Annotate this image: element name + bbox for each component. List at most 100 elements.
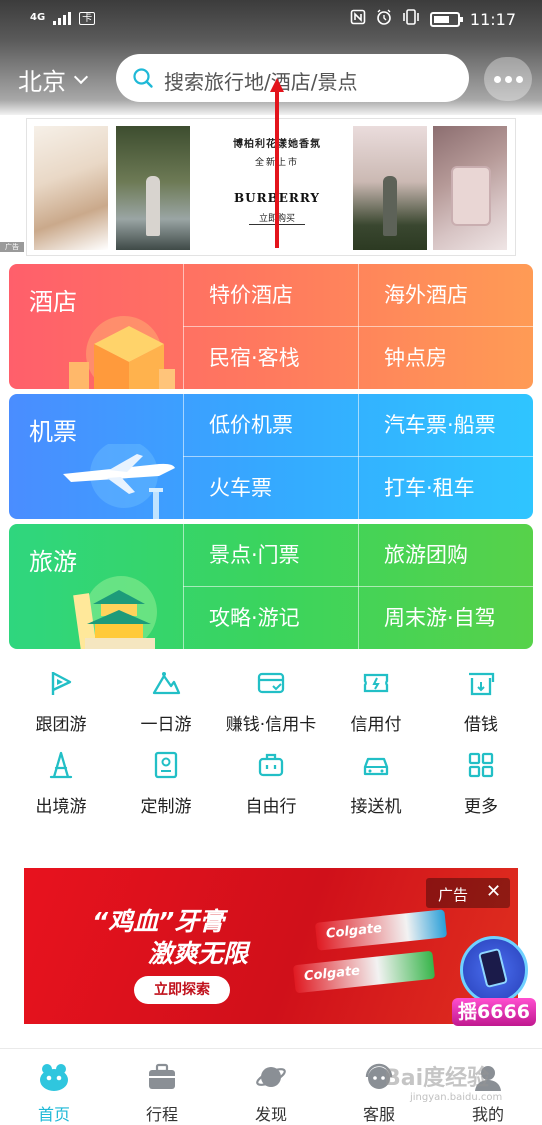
promo-explore-button[interactable]: 立即探索: [134, 976, 230, 1004]
nav-label: 客服: [362, 1105, 395, 1124]
battery-icon: [429, 11, 463, 27]
hotel-building-icon: [69, 316, 175, 389]
ticket-icon: [363, 673, 389, 693]
travel-group-buy[interactable]: 旅游团购: [359, 524, 533, 586]
promo-ad-banner[interactable]: “鸡血”牙膏 激爽无限 立即探索 Colgate Colgate 广告 ✕: [24, 868, 518, 1024]
toothpaste-tube-icon: Colgate: [292, 950, 436, 994]
travel-weekend-drive[interactable]: 周末游·自驾: [359, 587, 533, 649]
wallet-icon: [469, 672, 495, 696]
quick-item-credit-card[interactable]: 赚钱·信用卡: [217, 664, 325, 744]
landmark-icon: [73, 576, 157, 649]
chevron-down-icon: [73, 69, 89, 84]
category-travel-main[interactable]: 旅游: [9, 524, 183, 649]
flight-bus-ship[interactable]: 汽车票·船票: [359, 394, 533, 456]
nfc-icon: [350, 9, 366, 29]
quick-item-airport-transfer[interactable]: 接送机: [322, 746, 430, 826]
banner-photo-perfume: [433, 126, 507, 250]
nav-label: 我的: [471, 1105, 504, 1124]
banner-photo-model: [34, 126, 108, 250]
quick-item-outbound[interactable]: 出境游: [7, 746, 115, 826]
card-icon: [257, 672, 285, 694]
search-icon: [133, 68, 153, 88]
shake-label: 揺6666: [452, 998, 536, 1026]
watermark: Bai度经验: [384, 1066, 490, 1091]
promo-subheadline: 激爽无限: [148, 939, 249, 968]
grid-icon: [468, 752, 494, 778]
quick-item-free-travel[interactable]: 自由行: [217, 746, 325, 826]
quick-item-label: 出境游: [35, 797, 87, 817]
status-bar: 4G 卡 11:17: [0, 0, 542, 40]
quick-item-credit-pay[interactable]: 信用付: [322, 664, 430, 744]
flight-taxi[interactable]: 打车·租车: [359, 457, 533, 519]
annotation-arrow-icon: [270, 78, 284, 248]
battery-level: [433, 15, 449, 23]
banner-photo-park: [116, 126, 190, 250]
quick-item-more[interactable]: 更多: [427, 746, 535, 826]
watermark-url: jingyan.baidu.com: [410, 1092, 503, 1103]
home-icon: [40, 1064, 68, 1091]
promo-brand: Colgate: [303, 963, 361, 985]
hotel-hourly[interactable]: 钟点房: [359, 327, 533, 389]
sim-card-icon: 卡: [79, 11, 96, 25]
briefcase-icon: [149, 1063, 175, 1089]
ad-label: 广告 ✕: [426, 878, 510, 908]
quick-item-day-trip[interactable]: 一日游: [112, 664, 220, 744]
hotel-discount[interactable]: 特价酒店: [184, 264, 358, 326]
network-indicator: 4G: [30, 12, 46, 23]
flag-icon: [51, 671, 72, 695]
promo-headline: “鸡血”牙膏: [92, 907, 225, 936]
category-travel: 旅游 景点·门票 旅游团购 攻略·游记 周末游·自驾: [9, 524, 533, 649]
city-name: 北京: [18, 68, 66, 96]
category-hotel-main[interactable]: 酒店: [9, 264, 183, 389]
status-right: 11:17: [350, 9, 516, 29]
more-dots-icon[interactable]: [484, 57, 532, 101]
clock: 11:17: [469, 9, 516, 29]
planet-icon: [256, 1067, 286, 1087]
quick-item-label: 信用付: [350, 715, 402, 735]
quick-item-label: 定制游: [140, 797, 192, 817]
ad-label-text: 广告: [438, 886, 469, 904]
close-icon[interactable]: ✕: [486, 881, 501, 902]
flight-cheap[interactable]: 低价机票: [184, 394, 358, 456]
luggage-icon: [258, 753, 284, 777]
quick-item-custom-tour[interactable]: 定制游: [112, 746, 220, 826]
category-title: 酒店: [29, 288, 77, 316]
banner-photo-blossom: [353, 126, 427, 250]
category-title: 机票: [29, 418, 77, 446]
status-left: 4G 卡: [30, 11, 96, 25]
travel-tickets[interactable]: 景点·门票: [184, 524, 358, 586]
alarm-icon: [376, 9, 392, 29]
signal-icon: [53, 11, 72, 25]
hotel-overseas[interactable]: 海外酒店: [359, 264, 533, 326]
flight-train[interactable]: 火车票: [184, 457, 358, 519]
shake-badge[interactable]: 揺6666: [452, 936, 536, 1028]
category-title: 旅游: [29, 548, 77, 576]
nav-label: 首页: [37, 1105, 70, 1124]
quick-item-label: 自由行: [245, 797, 297, 817]
quick-item-label: 赚钱·信用卡: [225, 715, 317, 735]
quick-item-label: 接送机: [350, 797, 402, 817]
nav-label: 行程: [145, 1105, 178, 1124]
tower-icon: [49, 751, 73, 779]
travel-guides[interactable]: 攻略·游记: [184, 587, 358, 649]
nav-home[interactable]: 首页: [0, 1049, 108, 1125]
category-hotel: 酒店 特价酒店 海外酒店 民宿·客栈 钟点房: [9, 264, 533, 389]
toothpaste-tube-icon: Colgate: [314, 909, 448, 951]
search-bar[interactable]: 搜索旅行地/酒店/景点: [116, 54, 469, 102]
quick-item-borrow[interactable]: 借钱: [427, 664, 535, 744]
airplane-icon: [63, 444, 175, 519]
nav-label: 发现: [254, 1105, 287, 1124]
city-selector[interactable]: 北京: [18, 62, 89, 97]
quick-item-group-tour[interactable]: 跟团游: [7, 664, 115, 744]
book-icon: [154, 751, 178, 779]
category-flight: 机票 低价机票 汽车票·船票 火车票 打车·租车: [9, 394, 533, 519]
quick-item-label: 一日游: [140, 715, 192, 735]
category-flight-main[interactable]: 机票: [9, 394, 183, 519]
vibrate-icon: [402, 9, 420, 29]
promo-brand: Colgate: [325, 920, 383, 942]
quick-item-label: 跟团游: [35, 715, 87, 735]
hotel-homestay[interactable]: 民宿·客栈: [184, 327, 358, 389]
search-input[interactable]: 搜索旅行地/酒店/景点: [164, 66, 357, 95]
nav-itinerary[interactable]: 行程: [108, 1049, 216, 1125]
nav-discover[interactable]: 发现: [217, 1049, 325, 1125]
